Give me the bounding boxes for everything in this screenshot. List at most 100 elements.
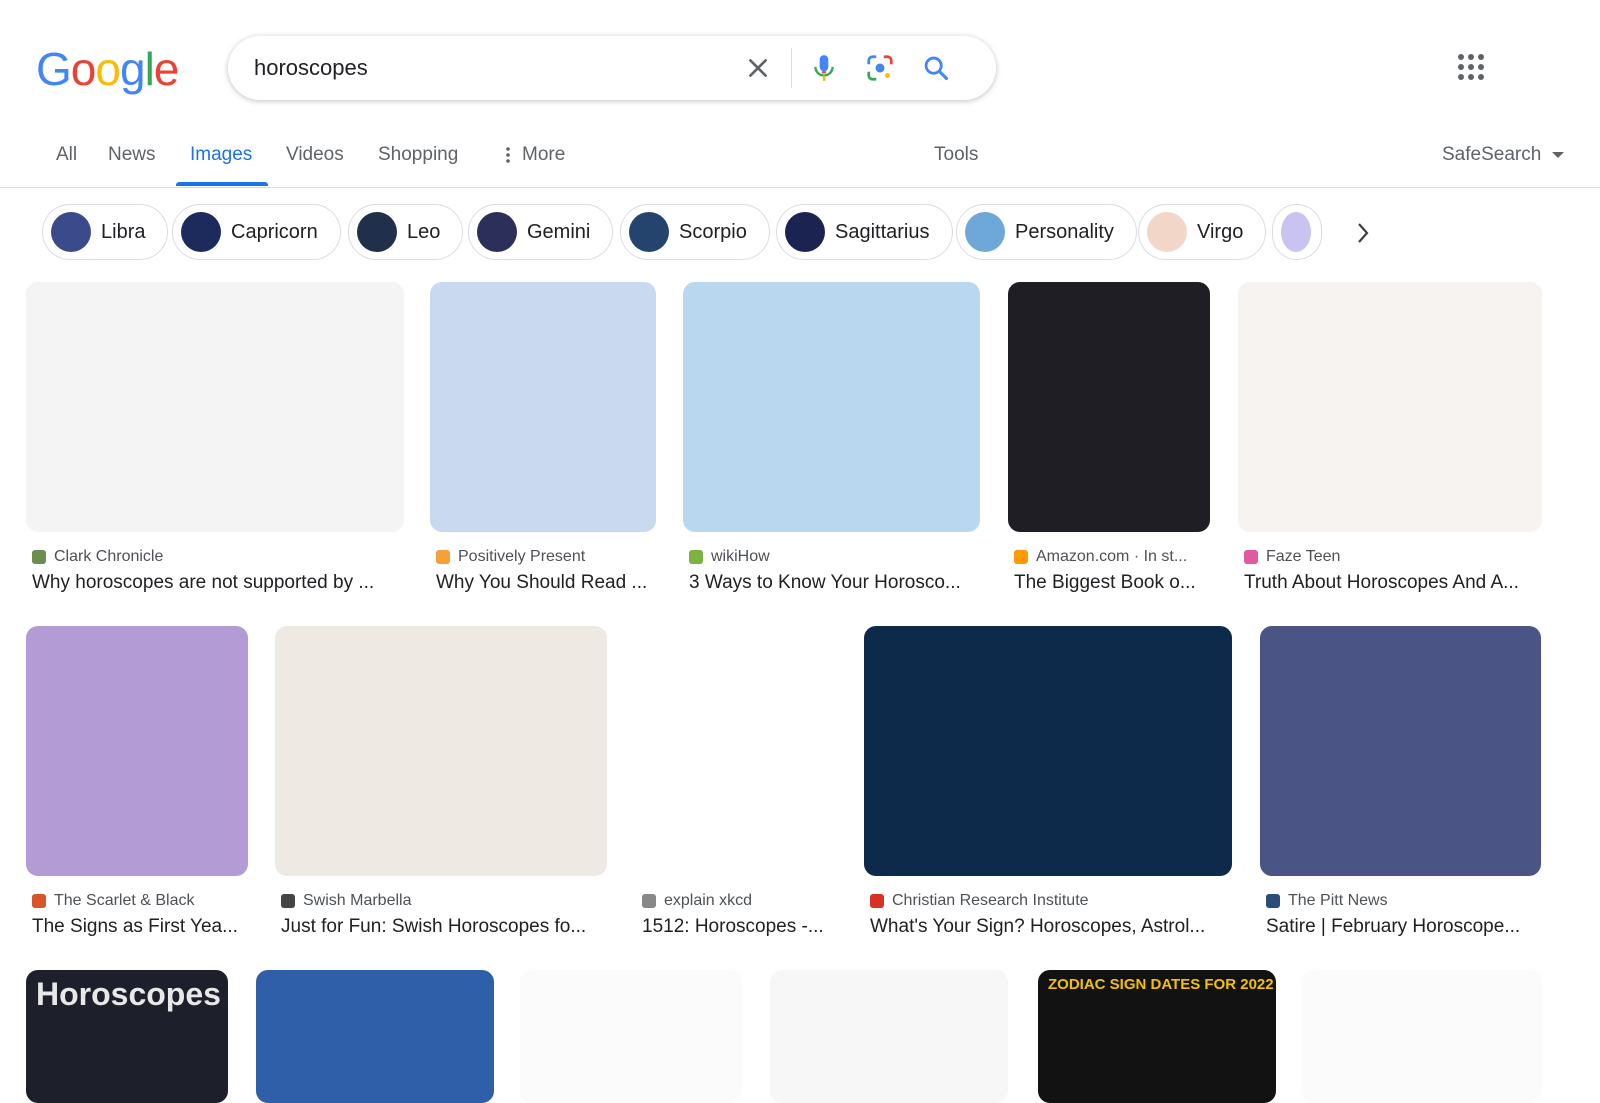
result-thumbnail[interactable] [683,282,980,532]
chip-label: Virgo [1197,220,1244,243]
apps-grid-icon[interactable] [1456,52,1486,82]
tab-images[interactable]: Images [190,144,252,166]
related-chips: Libra Capricorn Leo Gemini Scorpio Sagittariu… [0,204,1600,264]
chip-sagittarius[interactable]: Sagittarius [776,204,953,260]
favicon-icon [32,550,46,564]
result-source-name: Clark Chronicle [54,548,164,565]
tab-news[interactable]: News [108,144,156,166]
result-source[interactable]: explain xkcd [642,892,752,910]
result-title[interactable]: Why horoscopes are not supported by ... [32,572,404,594]
logo-letter: g [119,43,146,95]
chip-label: Leo [407,220,441,243]
chip-gemini[interactable]: Gemini [468,204,614,260]
result-source[interactable]: Swish Marbella [281,892,411,910]
result-thumbnail[interactable] [1260,626,1541,876]
chevron-down-icon [1552,152,1565,158]
tab-more[interactable]: More [502,144,565,166]
active-tab-indicator [176,182,268,186]
search-box [228,36,996,100]
result-source-name: Swish Marbella [303,892,412,909]
chip-partial[interactable] [1272,204,1322,260]
close-icon[interactable] [740,50,776,86]
favicon-icon [870,894,884,908]
chip-label: Sagittarius [835,220,930,243]
chip-label: Libra [101,220,146,243]
chip-thumbnail [1281,212,1311,252]
chip-thumbnail [629,212,669,252]
chevron-right-icon[interactable] [1348,218,1378,248]
chip-leo[interactable]: Leo [348,204,464,260]
result-thumbnail[interactable] [1238,282,1542,532]
chip-thumbnail [1147,212,1187,252]
result-thumbnail[interactable] [1302,970,1542,1103]
search-icon[interactable] [918,50,954,86]
logo-letter: l [144,43,155,95]
safesearch-label: SafeSearch [1442,144,1542,165]
result-thumbnail[interactable] [864,626,1232,876]
tab-videos[interactable]: Videos [286,144,344,166]
result-thumbnail[interactable] [26,282,404,532]
result-source[interactable]: Positively Present [436,548,585,566]
result-thumbnail[interactable] [26,626,248,876]
result-thumbnail[interactable] [275,626,607,876]
favicon-icon [689,550,703,564]
result-source-name: The Pitt News [1288,892,1388,909]
result-source[interactable]: The Scarlet & Black [32,892,195,910]
result-title[interactable]: What's Your Sign? Horoscopes, Astrol... [870,916,1232,938]
result-thumbnail[interactable] [520,970,742,1103]
tools-button[interactable]: Tools [934,144,978,166]
logo-letter: o [95,43,121,95]
chip-thumbnail [785,212,825,252]
result-source[interactable]: Christian Research Institute [870,892,1089,910]
search-input[interactable] [254,50,724,86]
result-source-name: Positively Present [458,548,586,565]
google-logo[interactable]: Google [36,42,180,96]
result-title[interactable]: Satire | February Horoscope... [1266,916,1541,938]
result-source[interactable]: The Pitt News [1266,892,1388,910]
result-source-name: wikiHow [711,548,770,565]
more-vert-icon [506,147,510,163]
result-title[interactable]: 3 Ways to Know Your Horosco... [689,572,980,594]
result-thumbnail[interactable] [770,970,1008,1103]
chip-personality[interactable]: Personality [956,204,1137,260]
chip-thumbnail [477,212,517,252]
chip-label: Capricorn [231,220,318,243]
chip-label: Personality [1015,220,1114,243]
result-source[interactable]: wikiHow [689,548,770,566]
result-source-name: explain xkcd [664,892,753,909]
result-source[interactable]: Amazon.com · In st... [1014,548,1187,566]
result-title[interactable]: The Biggest Book o... [1014,572,1210,594]
microphone-icon[interactable] [806,50,842,86]
result-title[interactable]: The Signs as First Yea... [32,916,248,938]
result-thumbnail[interactable] [636,626,837,876]
favicon-icon [281,894,295,908]
search-divider [791,48,792,88]
logo-letter: G [36,43,72,95]
tab-shopping[interactable]: Shopping [378,144,458,166]
favicon-icon [1014,550,1028,564]
result-thumbnail[interactable] [256,970,494,1103]
chip-scorpio[interactable]: Scorpio [620,204,770,260]
safesearch-dropdown[interactable]: SafeSearch [1442,144,1565,166]
result-title[interactable]: Just for Fun: Swish Horoscopes fo... [281,916,607,938]
chip-capricorn[interactable]: Capricorn [172,204,341,260]
result-source[interactable]: Clark Chronicle [32,548,163,566]
result-source[interactable]: Faze Teen [1244,548,1340,566]
favicon-icon [436,550,450,564]
result-source-name: Faze Teen [1266,548,1341,565]
logo-letter: e [153,43,180,95]
search-tabs: All News Images Videos Shopping More Too… [0,130,1600,188]
camera-lens-icon[interactable] [862,50,898,86]
result-thumbnail[interactable] [1008,282,1210,532]
chip-libra[interactable]: Libra [42,204,169,260]
chip-virgo[interactable]: Virgo [1138,204,1267,260]
chip-thumbnail [51,212,91,252]
tab-all[interactable]: All [56,144,77,166]
result-title[interactable]: Truth About Horoscopes And A... [1244,572,1542,594]
chip-thumbnail [181,212,221,252]
result-title[interactable]: Why You Should Read ... [436,572,656,594]
result-title[interactable]: 1512: Horoscopes -... [642,916,837,938]
result-thumbnail[interactable] [430,282,656,532]
chip-label: Scorpio [679,220,747,243]
result-source-name: Amazon.com · In st... [1036,548,1188,565]
